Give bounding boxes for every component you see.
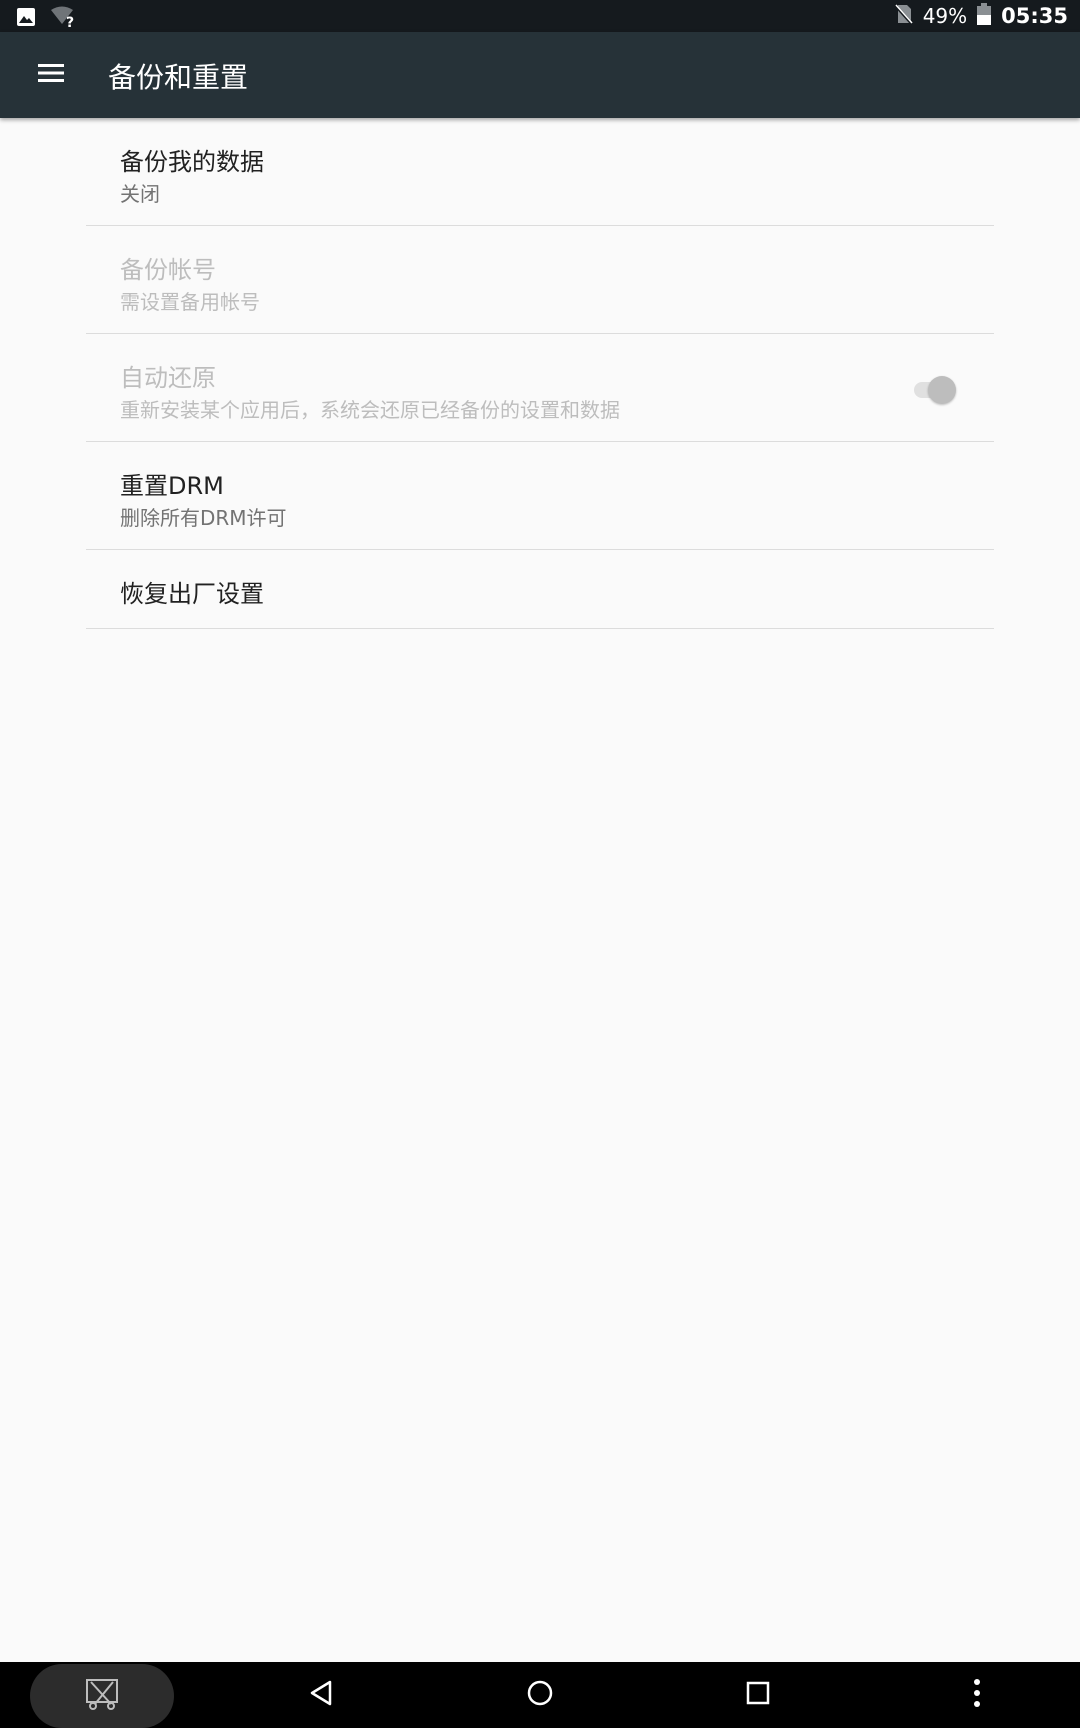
app-toolbar: 备份和重置 <box>0 32 1080 118</box>
page-title: 备份和重置 <box>108 61 249 94</box>
screenshot-icon <box>85 1678 119 1714</box>
more-button[interactable] <box>955 1673 999 1717</box>
home-button[interactable] <box>518 1673 562 1717</box>
auto-restore-switch <box>910 374 958 406</box>
battery-icon <box>977 3 992 29</box>
recents-icon <box>746 1681 770 1709</box>
item-title: 重置DRM <box>120 472 224 500</box>
svg-text:?: ? <box>66 15 74 28</box>
back-button[interactable] <box>299 1673 343 1717</box>
settings-list: 备份我的数据 关闭 备份帐号 需设置备用帐号 自动还原 重新安装某个应用后，系统… <box>86 118 994 629</box>
item-title: 自动还原 <box>120 364 216 392</box>
reset-drm-item[interactable]: 重置DRM 删除所有DRM许可 <box>86 442 994 550</box>
menu-button[interactable] <box>26 50 76 100</box>
clock: 05:35 <box>1001 4 1068 28</box>
factory-reset-item[interactable]: 恢复出厂设置 <box>86 550 994 629</box>
item-title: 恢复出厂设置 <box>120 580 264 608</box>
item-summary: 关闭 <box>120 182 160 206</box>
back-icon <box>308 1679 334 1711</box>
switch-thumb <box>928 376 956 404</box>
no-sim-icon <box>893 3 913 29</box>
more-icon <box>973 1678 981 1712</box>
navigation-bar <box>0 1662 1080 1728</box>
recents-button[interactable] <box>736 1673 780 1717</box>
status-bar: ? 49% 05:35 <box>0 0 1080 32</box>
backup-account-item: 备份帐号 需设置备用帐号 <box>86 226 994 334</box>
backup-my-data-item[interactable]: 备份我的数据 关闭 <box>86 118 994 226</box>
menu-icon <box>38 63 64 87</box>
item-summary: 删除所有DRM许可 <box>120 506 287 530</box>
item-title: 备份帐号 <box>120 256 216 284</box>
image-notification-icon <box>16 7 36 31</box>
auto-restore-item: 自动还原 重新安装某个应用后，系统会还原已经备份的设置和数据 <box>86 334 994 442</box>
wifi-unknown-icon: ? <box>50 6 76 32</box>
item-title: 备份我的数据 <box>120 148 264 176</box>
item-summary: 需设置备用帐号 <box>120 290 260 314</box>
item-summary: 重新安装某个应用后，系统会还原已经备份的设置和数据 <box>120 398 620 422</box>
home-icon <box>526 1679 554 1711</box>
battery-percent: 49% <box>922 4 968 28</box>
screenshot-button[interactable] <box>30 1664 174 1728</box>
